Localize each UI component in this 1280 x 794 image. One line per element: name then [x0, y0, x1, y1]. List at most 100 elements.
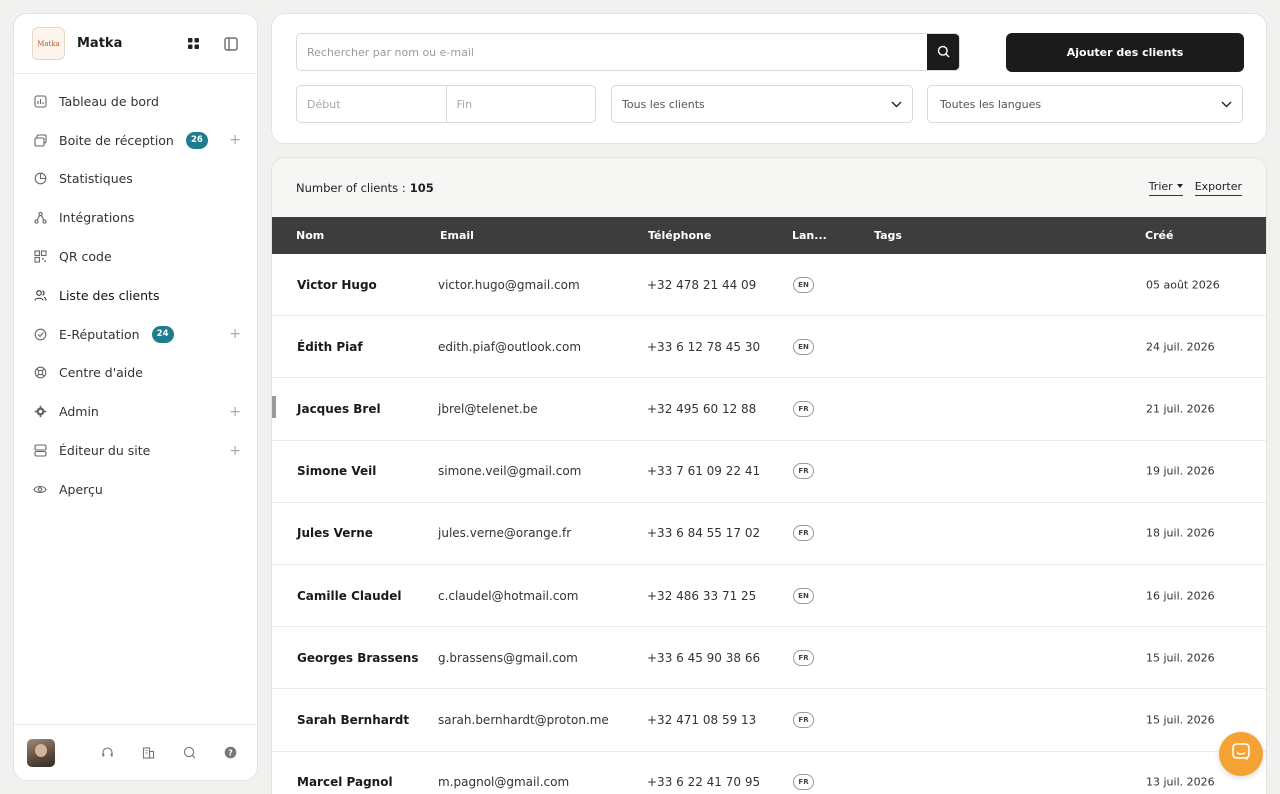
sidebar-item-label: Tableau de bord: [59, 93, 159, 109]
sidebar-item-e-reputation[interactable]: E-Réputation 24 +: [14, 315, 257, 354]
sidebar-item-label: Aperçu: [59, 481, 103, 497]
table-row[interactable]: Georges Brassens g.brassens@gmail.com +3…: [272, 627, 1266, 690]
column-header-language[interactable]: Lan...: [792, 229, 827, 242]
inbox-count-badge: 26: [185, 131, 208, 149]
expand-plus-icon[interactable]: +: [229, 133, 241, 147]
table-row[interactable]: Simone Veil simone.veil@gmail.com +33 7 …: [272, 441, 1266, 503]
filter-panel: Ajouter des clients Tous les clients Tou…: [271, 13, 1267, 144]
languages-filter-select[interactable]: Toutes les langues: [927, 85, 1243, 123]
brand-logo-text: Matka: [37, 39, 60, 48]
gear-icon: [33, 405, 47, 419]
client-email: simone.veil@gmail.com: [438, 464, 582, 479]
table-row[interactable]: Édith Piaf edith.piaf@outlook.com +33 6 …: [272, 316, 1266, 379]
qr-code-icon: [33, 250, 47, 264]
column-header-created[interactable]: Créé: [1145, 229, 1173, 242]
search-input[interactable]: [297, 34, 927, 70]
language-badge: FR: [793, 711, 814, 728]
client-phone: +33 7 61 09 22 41: [647, 464, 761, 479]
sidebar-item-admin[interactable]: Admin +: [14, 392, 257, 431]
client-phone: +33 6 12 78 45 30: [647, 339, 761, 354]
sidebar-item-liste-des-clients[interactable]: Liste des clients: [14, 276, 257, 315]
avatar[interactable]: [27, 738, 55, 767]
grid-icon[interactable]: [185, 36, 201, 52]
list-header: Number of clients : 105 Trier Exporter: [272, 158, 1266, 217]
sidebar-nav: Tableau de bord Boite de réception 26 + …: [14, 74, 257, 509]
sort-button[interactable]: Trier: [1148, 179, 1183, 196]
sidebar-item-tableau-de-bord[interactable]: Tableau de bord: [14, 82, 257, 121]
sidebar-item-label: Liste des clients: [59, 287, 160, 303]
search-box: [296, 33, 960, 71]
column-header-tags[interactable]: Tags: [874, 229, 902, 242]
client-email: m.pagnol@gmail.com: [438, 775, 570, 790]
client-name: Édith Piaf: [297, 339, 363, 354]
column-header-email[interactable]: Email: [440, 229, 474, 242]
expand-plus-icon[interactable]: +: [229, 327, 241, 341]
client-name: Jacques Brel: [297, 401, 381, 416]
languages-filter-value: Toutes les langues: [940, 97, 1042, 111]
language-badge: FR: [793, 400, 814, 417]
headset-icon[interactable]: [100, 746, 114, 760]
client-name: Jules Verne: [297, 526, 373, 541]
clients-filter-select[interactable]: Tous les clients: [611, 85, 913, 123]
chat-search-icon[interactable]: [182, 746, 196, 760]
language-badge: EN: [793, 587, 814, 604]
building-icon[interactable]: [141, 746, 155, 760]
table-row[interactable]: Camille Claudel c.claudel@hotmail.com +3…: [272, 565, 1266, 628]
help-icon[interactable]: ?: [223, 746, 237, 760]
column-header-name[interactable]: Nom: [296, 229, 324, 242]
svg-text:?: ?: [228, 749, 233, 758]
start-date-input[interactable]: [297, 86, 446, 122]
client-name: Camille Claudel: [297, 588, 402, 603]
clients-list: Number of clients : 105 Trier Exporter N…: [271, 157, 1267, 794]
client-email: edith.piaf@outlook.com: [438, 339, 582, 354]
table-row[interactable]: Jules Verne jules.verne@orange.fr +33 6 …: [272, 503, 1266, 565]
client-name: Georges Brassens: [297, 650, 419, 665]
sidebar-item-label: Intégrations: [59, 210, 135, 226]
client-email: victor.hugo@gmail.com: [438, 277, 580, 292]
language-badge: FR: [793, 649, 814, 666]
table-row[interactable]: Marcel Pagnol m.pagnol@gmail.com +33 6 2…: [272, 752, 1266, 794]
row-scroll-indicator: [272, 396, 276, 419]
expand-plus-icon[interactable]: +: [229, 444, 241, 458]
layout-icon: [33, 444, 47, 458]
brand-header: Matka Matka: [14, 14, 257, 74]
end-date-input[interactable]: [446, 86, 595, 122]
sidebar-toggle-icon[interactable]: [223, 36, 239, 52]
sort-label: Trier: [1148, 179, 1173, 193]
table-row[interactable]: Jacques Brel jbrel@telenet.be +32 495 60…: [272, 378, 1266, 441]
sidebar-item-statistiques[interactable]: Statistiques: [14, 160, 257, 199]
export-link[interactable]: Exporter: [1194, 180, 1242, 196]
sidebar-footer: ?: [14, 724, 257, 780]
chevron-down-icon: [1220, 98, 1232, 110]
sidebar-item-qr-code[interactable]: QR code: [14, 237, 257, 276]
sidebar-item-boite-de-reception[interactable]: Boite de réception 26 +: [14, 121, 257, 160]
table-body: Victor Hugo victor.hugo@gmail.com +32 47…: [272, 254, 1266, 794]
created-date: 16 juil. 2026: [1146, 589, 1215, 603]
client-email: g.brassens@gmail.com: [438, 650, 578, 665]
sidebar-item-label: Éditeur du site: [59, 443, 151, 459]
sidebar-item-integrations[interactable]: Intégrations: [14, 198, 257, 237]
clients-filter-value: Tous les clients: [622, 97, 705, 111]
add-clients-button[interactable]: Ajouter des clients: [1006, 33, 1244, 72]
sidebar-item-label: Statistiques: [59, 171, 133, 187]
date-range: [296, 85, 596, 123]
client-phone: +32 495 60 12 88: [647, 401, 757, 416]
table-row[interactable]: Victor Hugo victor.hugo@gmail.com +32 47…: [272, 254, 1266, 317]
sidebar-item-apercu[interactable]: Aperçu: [14, 470, 257, 509]
clients-count: Number of clients : 105: [296, 181, 434, 195]
table-row[interactable]: Sarah Bernhardt sarah.bernhardt@proton.m…: [272, 689, 1266, 752]
brand-name: Matka: [77, 36, 123, 51]
brand-logo[interactable]: Matka: [32, 27, 65, 60]
created-date: 24 juil. 2026: [1146, 340, 1215, 354]
users-icon: [33, 288, 47, 302]
client-phone: +33 6 84 55 17 02: [647, 526, 761, 541]
search-button[interactable]: [927, 34, 959, 70]
expand-plus-icon[interactable]: +: [229, 405, 241, 419]
chat-launcher-button[interactable]: [1219, 732, 1263, 776]
created-date: 19 juil. 2026: [1146, 464, 1215, 478]
clients-count-label: Number of clients :: [296, 180, 406, 195]
client-email: jules.verne@orange.fr: [438, 526, 572, 541]
column-header-phone[interactable]: Téléphone: [648, 229, 711, 242]
sidebar-item-centre-d-aide[interactable]: Centre d'aide: [14, 354, 257, 393]
sidebar-item-editeur-du-site[interactable]: Éditeur du site +: [14, 431, 257, 470]
